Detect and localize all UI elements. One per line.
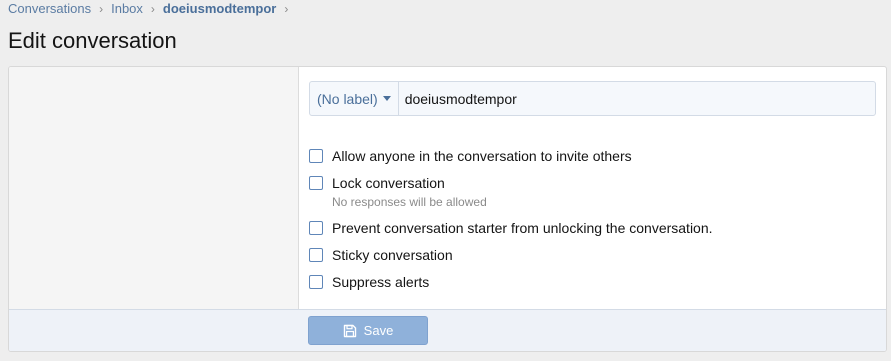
form-label-column xyxy=(9,67,299,309)
option-lock-row[interactable]: Lock conversation xyxy=(309,174,869,192)
sticky-conversation-label: Sticky conversation xyxy=(332,247,453,263)
prevent-unlock-label: Prevent conversation starter from unlock… xyxy=(332,220,713,236)
option-allow-invite: Allow anyone in the conversation to invi… xyxy=(309,147,869,165)
sticky-conversation-checkbox[interactable] xyxy=(309,248,323,262)
prefix-select-label: (No label) xyxy=(317,90,378,107)
breadcrumb-separator-icon: › xyxy=(99,2,104,16)
breadcrumb-current-conversation[interactable]: doeiusmodtempor xyxy=(163,1,276,17)
lock-conversation-hint: No responses will be allowed xyxy=(332,195,487,209)
edit-conversation-form: (No label) Allow anyone in the conversat… xyxy=(8,66,887,352)
save-icon xyxy=(343,324,356,337)
option-suppress-alerts-row[interactable]: Suppress alerts xyxy=(309,273,869,291)
breadcrumb: Conversations › Inbox › doeiusmodtempor … xyxy=(8,1,296,17)
save-button-label: Save xyxy=(363,323,394,338)
title-input-group: (No label) xyxy=(309,81,876,116)
prefix-select[interactable]: (No label) xyxy=(310,82,399,115)
form-footer: Save xyxy=(9,309,886,351)
option-sticky-row[interactable]: Sticky conversation xyxy=(309,246,869,264)
option-prevent-unlock: Prevent conversation starter from unlock… xyxy=(309,219,869,237)
allow-invite-label: Allow anyone in the conversation to invi… xyxy=(332,148,632,164)
breadcrumb-inbox[interactable]: Inbox xyxy=(111,1,143,17)
prevent-unlock-checkbox[interactable] xyxy=(309,221,323,235)
suppress-alerts-checkbox[interactable] xyxy=(309,275,323,289)
breadcrumb-conversations[interactable]: Conversations xyxy=(8,1,91,17)
breadcrumb-separator-icon: › xyxy=(284,2,289,16)
suppress-alerts-label: Suppress alerts xyxy=(332,274,430,290)
allow-invite-checkbox[interactable] xyxy=(309,149,323,163)
save-button[interactable]: Save xyxy=(308,316,428,345)
option-lock: Lock conversation No responses will be a… xyxy=(309,174,869,210)
page-title: Edit conversation xyxy=(8,28,177,53)
caret-down-icon xyxy=(382,96,391,101)
lock-conversation-checkbox[interactable] xyxy=(309,176,323,190)
option-allow-invite-row[interactable]: Allow anyone in the conversation to invi… xyxy=(309,147,869,165)
conversation-title-input[interactable] xyxy=(398,82,875,115)
option-suppress-alerts: Suppress alerts xyxy=(309,273,869,291)
option-prevent-unlock-row[interactable]: Prevent conversation starter from unlock… xyxy=(309,219,869,237)
breadcrumb-separator-icon: › xyxy=(150,2,155,16)
option-sticky: Sticky conversation xyxy=(309,246,869,264)
lock-conversation-label: Lock conversation xyxy=(332,175,445,191)
